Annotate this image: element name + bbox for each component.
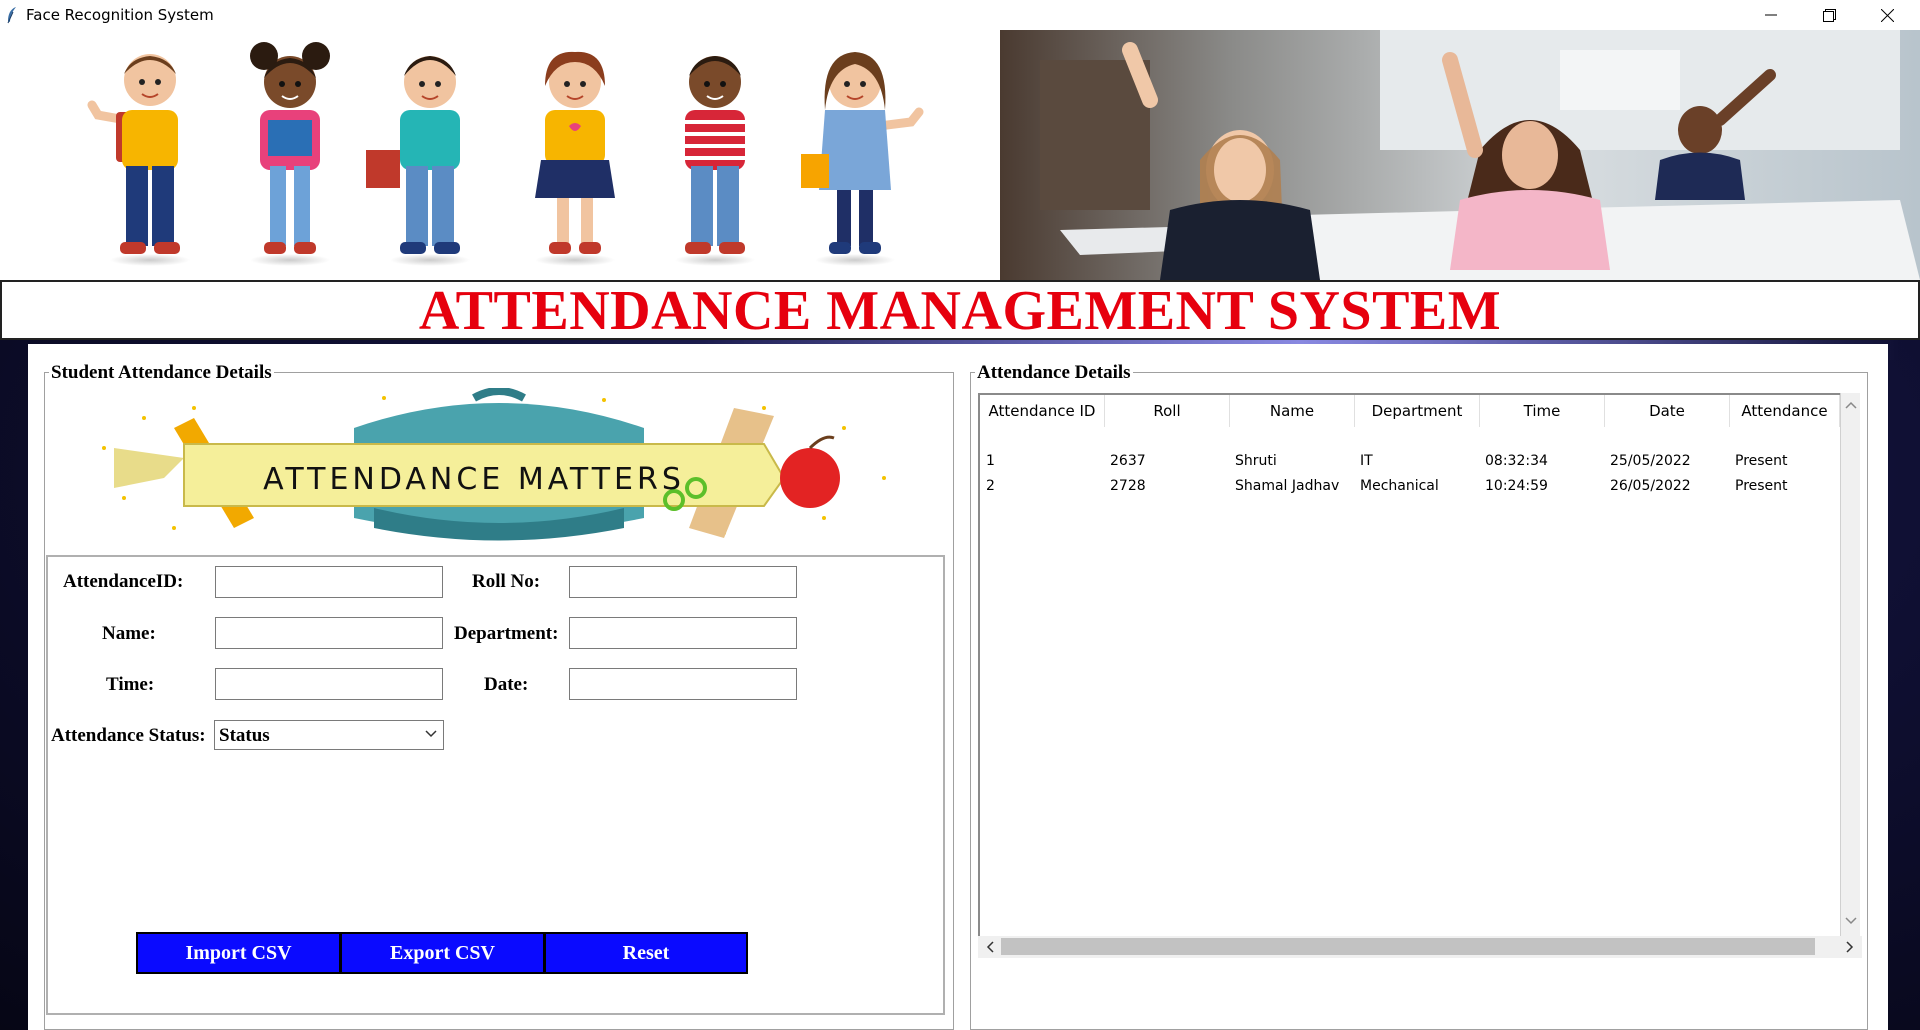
date-input[interactable] [569, 668, 797, 700]
column-header-attendance[interactable]: Attendance [1730, 395, 1840, 427]
department-input[interactable] [569, 617, 797, 649]
title-bar: Face Recognition System [0, 0, 1920, 30]
attendance-status-select[interactable]: Status [214, 720, 444, 750]
horizontal-scroll-thumb[interactable] [1001, 938, 1815, 955]
app-heading: ATTENDANCE MANAGEMENT SYSTEM [418, 280, 1502, 342]
feather-icon [7, 7, 16, 24]
roll-no-label: Roll No: [472, 571, 541, 592]
cell-time: 08:32:34 [1485, 453, 1548, 469]
attendance-id-input[interactable] [215, 566, 443, 598]
column-header-roll[interactable]: Roll [1105, 395, 1230, 427]
cell-name: Shruti [1235, 453, 1277, 469]
time-label: Time: [106, 674, 155, 695]
attendance-id-label: AttendanceID: [63, 571, 184, 592]
cell-roll: 2728 [1110, 478, 1146, 494]
kids-banner-image [0, 30, 1000, 280]
cell-time: 10:24:59 [1485, 478, 1548, 494]
scroll-up-icon[interactable] [1841, 397, 1861, 413]
maximize-button[interactable] [1800, 0, 1858, 30]
column-header-time[interactable]: Time [1480, 395, 1605, 427]
attendance-matters-banner: ATTENDANCE MATTERS [84, 387, 914, 542]
cell-name: Shamal Jadhav [1235, 478, 1340, 494]
cell-date: 25/05/2022 [1610, 453, 1691, 469]
export-csv-button[interactable]: Export CSV [340, 932, 545, 974]
name-input[interactable] [215, 617, 443, 649]
student-attendance-title: Student Attendance Details [49, 362, 274, 384]
attendance-matters-text: ATTENDANCE MATTERS [263, 462, 685, 497]
roll-no-input[interactable] [569, 566, 797, 598]
maximize-icon [1822, 8, 1836, 22]
time-input[interactable] [215, 668, 443, 700]
chevron-down-icon [425, 730, 437, 738]
minimize-icon [1765, 14, 1777, 16]
cell-roll: 2637 [1110, 453, 1146, 469]
vertical-scrollbar[interactable] [1840, 393, 1860, 936]
reset-button[interactable]: Reset [544, 932, 748, 974]
column-header-department[interactable]: Department [1355, 395, 1480, 427]
cell-attendance: Present [1735, 453, 1788, 469]
cell-date: 26/05/2022 [1610, 478, 1691, 494]
close-icon [1880, 8, 1894, 22]
attendance-status-value: Status [219, 725, 270, 746]
column-header-attendance-id[interactable]: Attendance ID [980, 395, 1105, 427]
attendance-details-title: Attendance Details [975, 362, 1133, 384]
window-title: Face Recognition System [26, 6, 214, 24]
cell-attendance-id: 2 [986, 478, 995, 494]
column-header-name[interactable]: Name [1230, 395, 1355, 427]
attendance-status-label: Attendance Status: [51, 725, 206, 746]
scroll-down-icon[interactable] [1841, 913, 1861, 929]
cell-attendance: Present [1735, 478, 1788, 494]
classroom-photo [1000, 30, 1920, 280]
column-header-date[interactable]: Date [1605, 395, 1730, 427]
date-label: Date: [484, 674, 529, 695]
cell-department: Mechanical [1360, 478, 1439, 494]
cell-attendance-id: 1 [986, 453, 995, 469]
cell-department: IT [1360, 453, 1373, 469]
import-csv-button[interactable]: Import CSV [136, 932, 341, 974]
department-label: Department: [454, 623, 559, 644]
minimize-button[interactable] [1742, 0, 1800, 30]
scroll-right-icon[interactable] [1842, 937, 1858, 957]
name-label: Name: [102, 623, 156, 644]
close-button[interactable] [1858, 0, 1916, 30]
scroll-left-icon[interactable] [982, 937, 998, 957]
